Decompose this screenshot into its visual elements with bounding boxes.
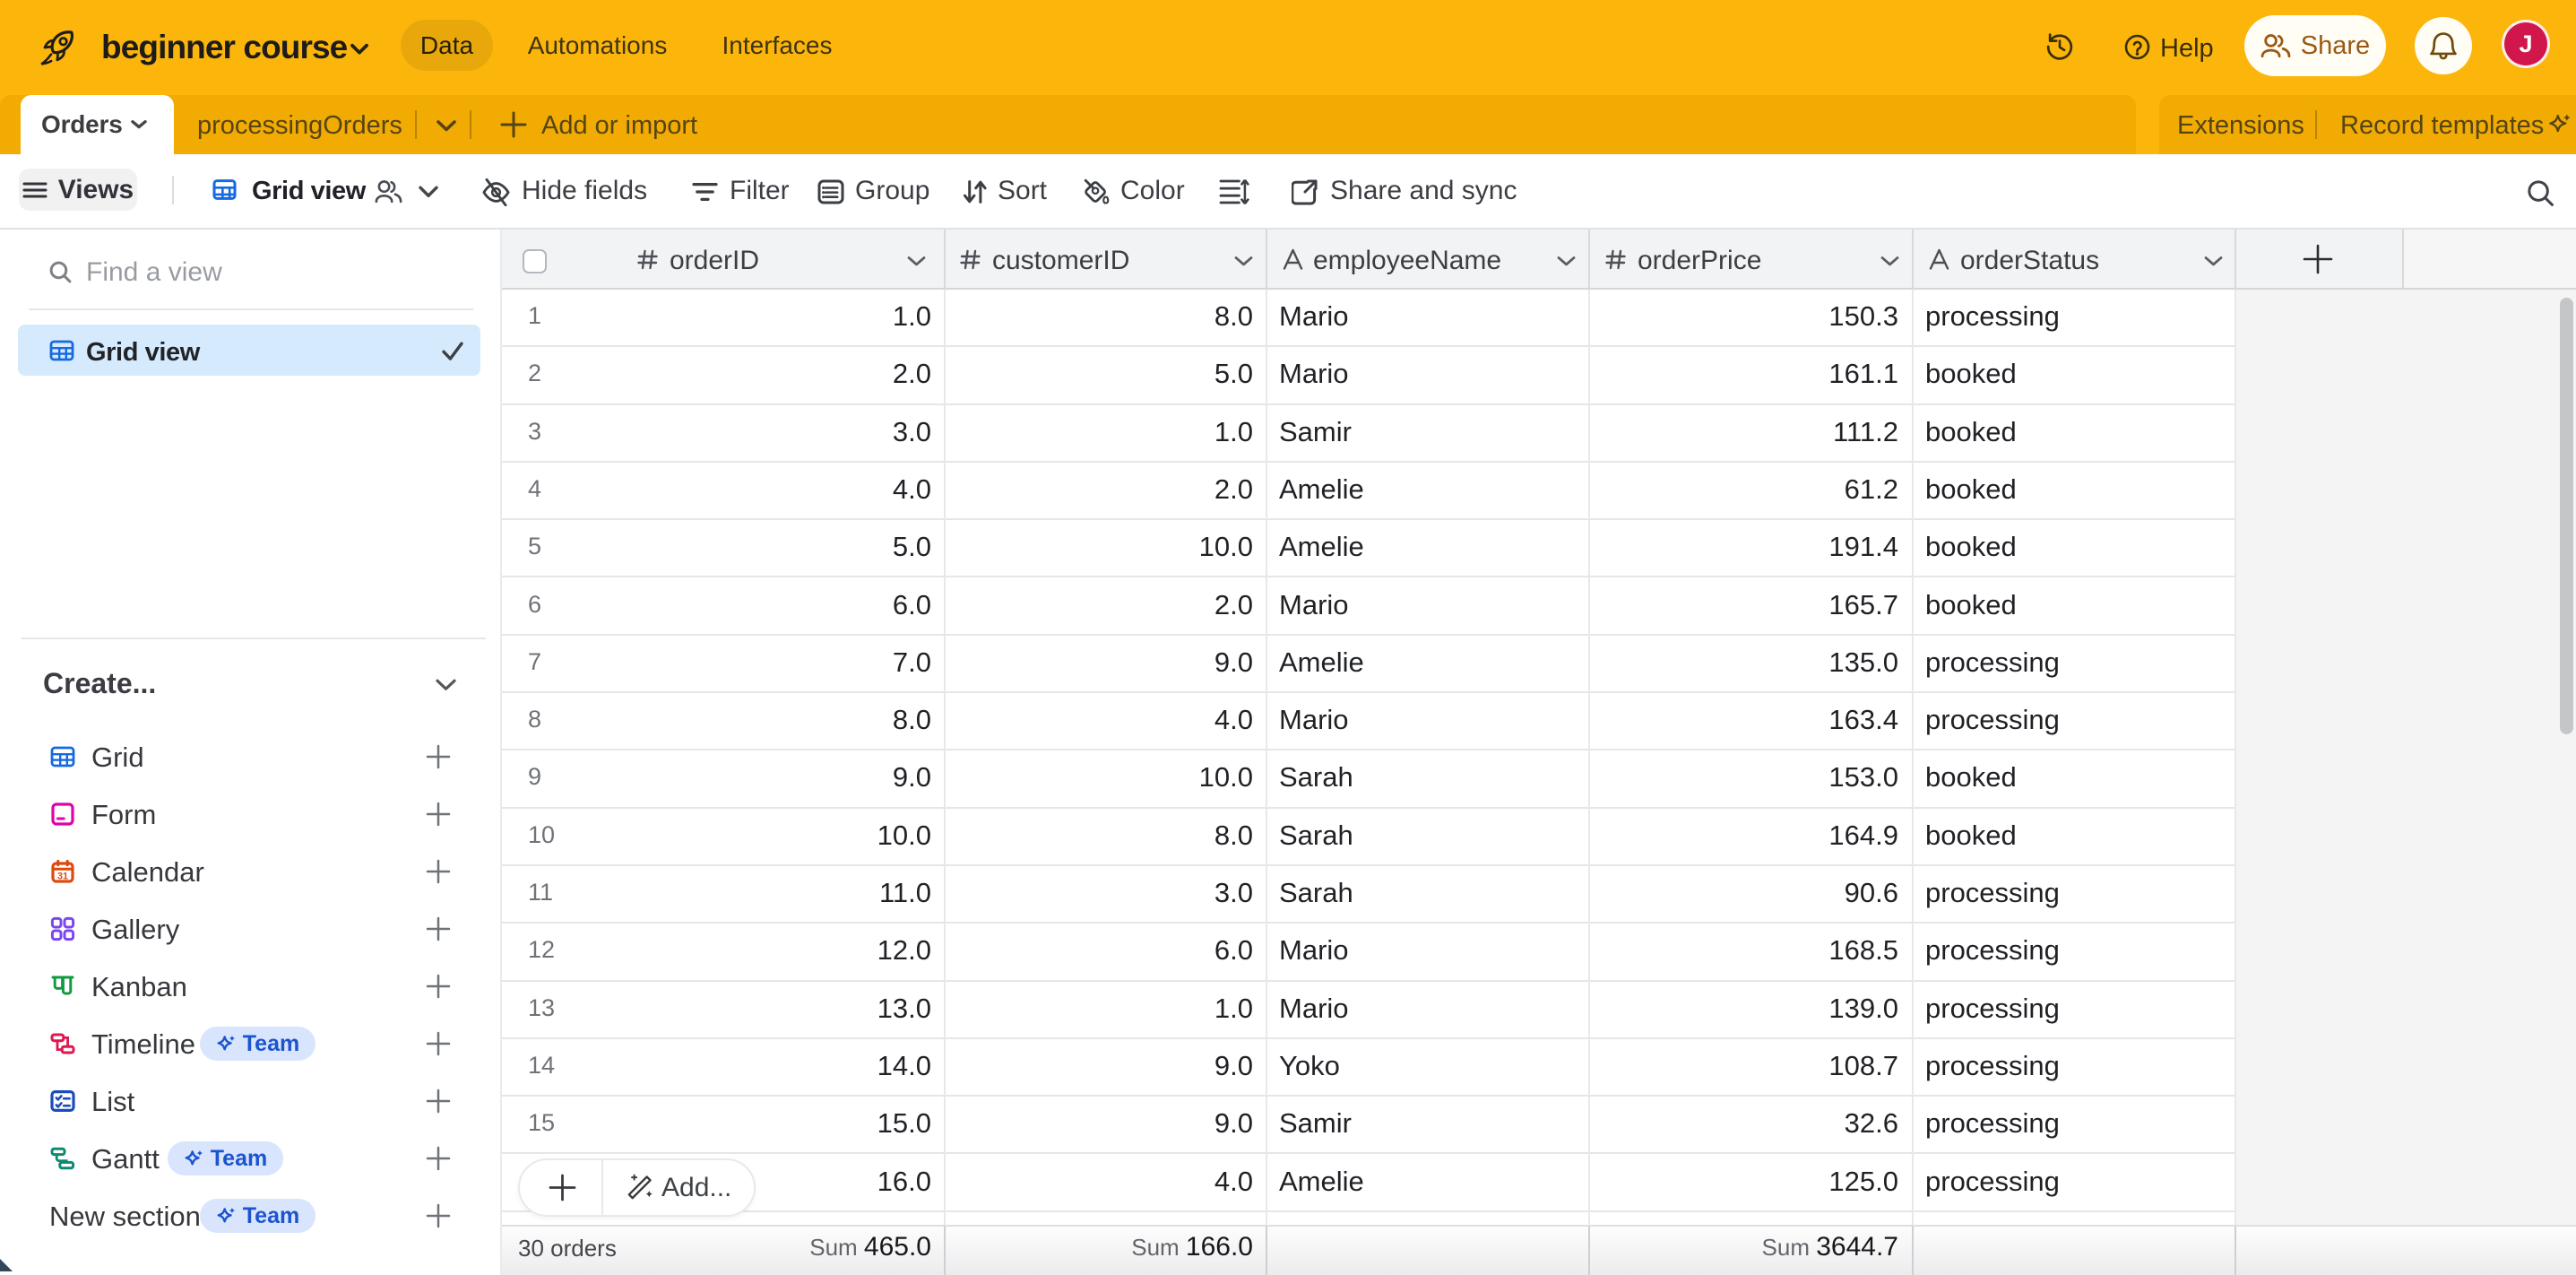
svg-text:31: 31 [57,872,68,882]
